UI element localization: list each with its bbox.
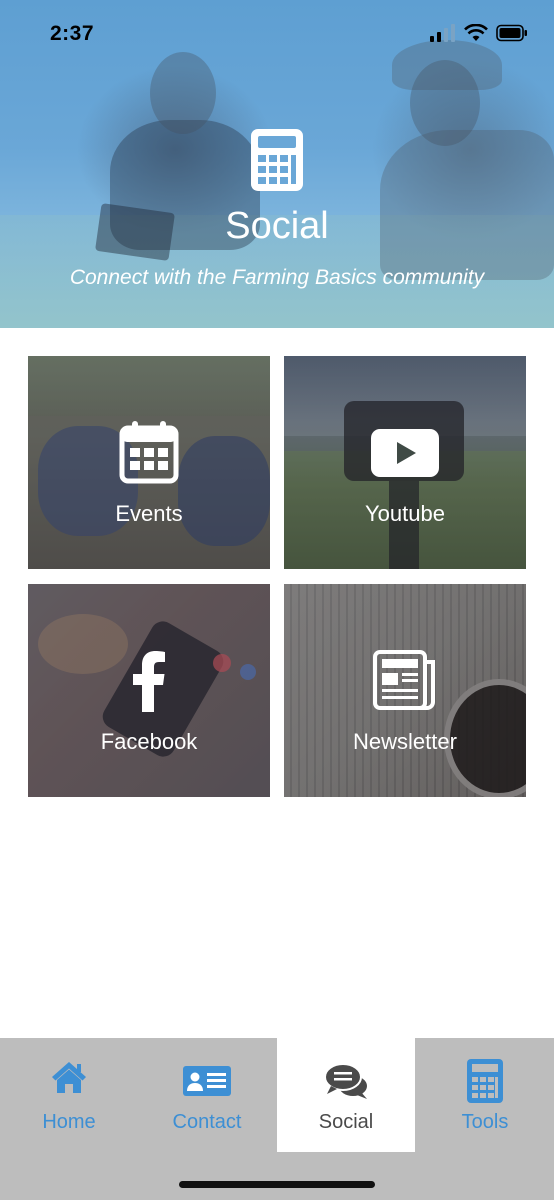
page-subtitle: Connect with the Farming Basics communit… <box>69 266 485 289</box>
facebook-label: Facebook <box>100 729 198 754</box>
chat-bubbles-icon <box>324 1063 367 1099</box>
youtube-tile[interactable]: Youtube <box>284 356 526 569</box>
tab-social[interactable]: Social <box>277 1038 415 1152</box>
tab-home[interactable]: Home <box>0 1038 138 1152</box>
cellular-signal-icon <box>430 24 455 42</box>
tab-icon-wrap <box>0 1060 138 1094</box>
tile-icon-wrap <box>28 650 270 712</box>
calculator-icon <box>467 1059 503 1103</box>
wifi-icon <box>464 24 488 41</box>
hero-photo-person-left-head <box>150 52 216 134</box>
newspaper-icon <box>373 650 435 710</box>
calendar-icon <box>119 421 179 484</box>
contact-card-icon <box>183 1066 231 1096</box>
newsletter-tile[interactable]: Newsletter <box>284 584 526 797</box>
hero-photo-person-right-head <box>410 60 480 146</box>
tile-icon-wrap <box>284 650 526 710</box>
tab-contact[interactable]: Contact <box>138 1038 276 1152</box>
status-time: 2:37 <box>50 22 95 45</box>
status-icons <box>430 24 528 42</box>
calculator-icon <box>251 129 303 191</box>
facebook-icon <box>133 651 165 712</box>
youtube-label: Youtube <box>365 501 445 526</box>
tab-bar: Home Contact Social Tools <box>0 1038 554 1200</box>
facebook-tile[interactable]: Facebook <box>28 584 270 797</box>
play-button-icon <box>371 429 439 477</box>
tile-icon-wrap <box>28 420 270 484</box>
tab-contact-label: Contact <box>172 1111 242 1133</box>
hero-header: 2:37 Social Connect with the Farming Bas… <box>0 0 554 328</box>
tab-tools-label: Tools <box>461 1111 509 1133</box>
tab-tools[interactable]: Tools <box>416 1038 554 1152</box>
tile-icon-wrap <box>284 429 526 477</box>
newsletter-label: Newsletter <box>353 729 457 754</box>
events-tile[interactable]: Events <box>28 356 270 569</box>
home-indicator[interactable] <box>179 1181 375 1188</box>
tab-icon-wrap <box>416 1058 554 1104</box>
battery-icon <box>496 24 527 42</box>
tab-social-label: Social <box>318 1111 374 1133</box>
events-label: Events <box>115 501 183 526</box>
tab-icon-wrap <box>277 1062 415 1100</box>
home-icon <box>52 1062 86 1093</box>
tab-home-label: Home <box>42 1111 96 1133</box>
page-title: Social <box>225 205 329 247</box>
tab-icon-wrap <box>138 1066 276 1096</box>
